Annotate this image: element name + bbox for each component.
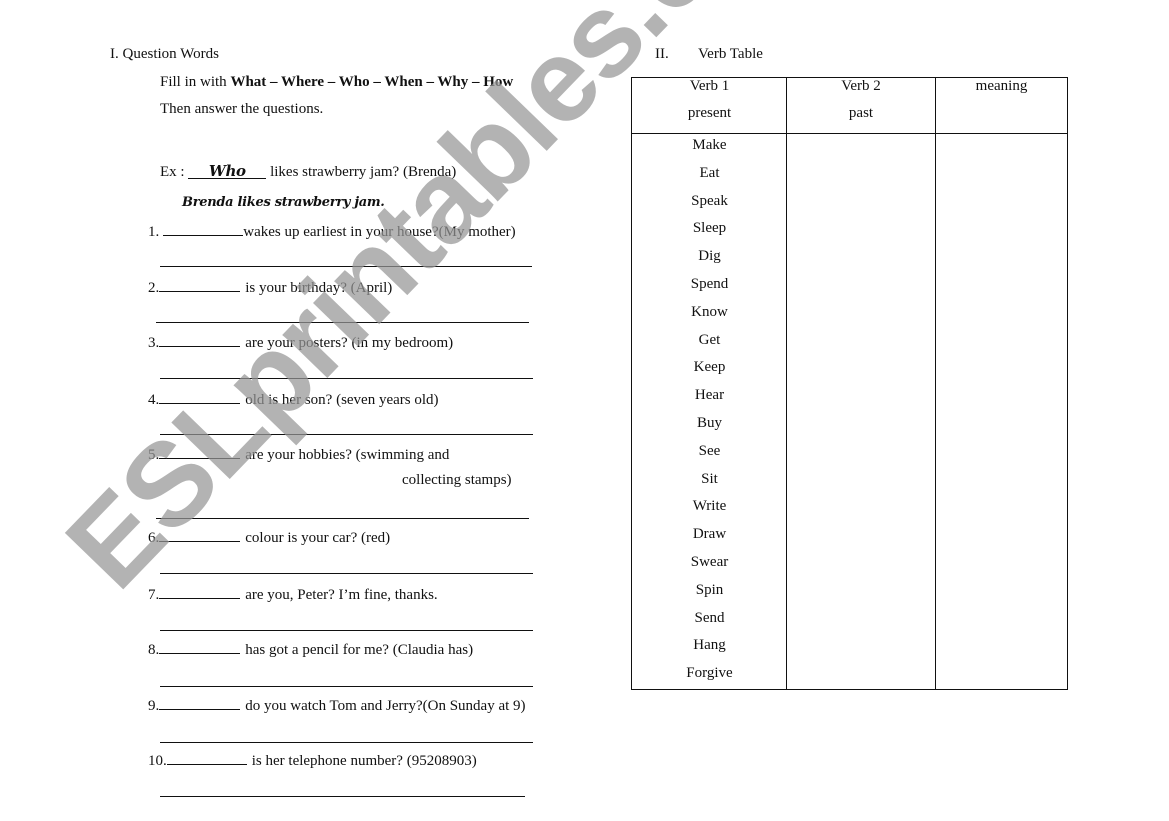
verb-cell: Buy [696,414,722,431]
question-item: 1. wakes up earliest in your house?(My mo… [148,221,516,241]
question-number: 10. [148,753,167,769]
verb-cell: Speak [691,192,728,209]
answer-word-blank[interactable] [159,639,241,654]
verb-cell: Dig [698,248,721,265]
question-text: wakes up earliest in your house?(My moth… [243,224,516,240]
instruction-line: Fill in with What – Where – Who – When –… [160,74,513,91]
verb1-column: Make Eat Speak Sleep Dig Spend Know Get Keep Hear… [632,132,787,688]
question-text-continued: collecting stamps) [402,472,512,488]
verb-cell: Spend [690,275,729,292]
answer-line[interactable] [160,378,533,379]
question-text: is her telephone number? (95208903) [251,753,477,769]
question-item: 5. are your hobbies? (swimming and [148,444,449,464]
question-number: 3. [148,335,160,351]
header-verb2-line2: past [848,105,874,121]
answer-word-blank[interactable] [166,750,247,765]
verb-cell: Know [691,303,728,320]
answer-line[interactable] [160,686,533,687]
question-number: 5. [148,447,160,463]
answer-word-blank[interactable] [163,221,244,236]
question-item: 2. is your birthday? (April) [148,277,392,297]
example-blank: Who [188,162,267,180]
answer-word-blank[interactable] [159,695,241,710]
answer-line[interactable] [160,573,533,574]
section-2-title: Verb Table [698,46,763,62]
question-number: 9. [148,698,160,714]
question-number: 8. [148,642,160,658]
question-text: colour is your car? (red) [245,530,391,546]
question-item: 8. has got a pencil for me? (Claudia has) [148,639,473,659]
question-text: has got a pencil for me? (Claudia has) [245,642,474,658]
verb-cell: Draw [692,526,727,543]
answer-line[interactable] [156,518,529,519]
question-item: 3. are your posters? (in my bedroom) [148,332,453,352]
verb-cell: Hang [693,637,726,654]
header-meaning: meaning [936,73,1067,100]
verb-cell: Get [698,331,721,348]
verb-cell: Eat [699,164,720,181]
verb-cell: Forgive [686,665,733,682]
header-verb1-line2: present [687,105,732,121]
question-number: 4. [148,392,160,408]
section-1-title: I. Question Words [110,46,219,62]
instruction-prefix: Fill in with [160,74,231,90]
question-text: old is her son? (seven years old) [245,392,439,408]
answer-word-blank[interactable] [159,584,241,599]
verb-cell: Spin [695,581,724,598]
answer-line[interactable] [160,266,532,267]
question-text: are your posters? (in my bedroom) [245,335,454,351]
verb-table: Verb 1 present Verb 2 past meaning Make E… [631,77,1068,690]
section-2-numeral: II. [655,46,669,62]
answer-word-blank[interactable] [159,444,241,459]
verb-cell: Swear [690,553,729,570]
header-verb2: Verb 2 past [787,73,935,127]
question-text: are you, Peter? I’m fine, thanks. [245,587,438,603]
question-number: 1. [148,224,160,240]
question-words-list: What – Where – Who – When – Why – How [230,74,514,90]
verb-cell: Hear [694,387,725,404]
question-item: 10. is her telephone number? (95208903) [148,750,477,770]
answer-line[interactable] [160,742,533,743]
verb-cell: Keep [693,359,726,376]
example-answer-sentence: Brenda likes strawberry jam. [182,195,385,210]
question-number: 6. [148,530,160,546]
question-item: 4. old is her son? (seven years old) [148,389,439,409]
header-meaning-line1: meaning [975,78,1028,94]
column-divider [935,78,936,689]
answer-line[interactable] [160,796,525,797]
answer-word-blank[interactable] [159,389,241,404]
answer-word-blank[interactable] [159,332,241,347]
question-number: 2. [148,280,160,296]
example-line: Ex : Who likes strawberry jam? (Brenda) [160,162,456,181]
verb-cell: Send [694,609,725,626]
answer-word-blank[interactable] [159,527,241,542]
header-verb1-line1: Verb 1 [689,78,730,94]
answer-line[interactable] [156,322,529,323]
verb-cell: Sit [701,470,718,487]
example-answer-word: Who [208,162,246,180]
question-text: do you watch Tom and Jerry?(On Sunday at… [245,698,526,714]
answer-line[interactable] [160,630,533,631]
question-number: 7. [148,587,160,603]
instruction-2: Then answer the questions. [160,101,324,117]
header-verb1: Verb 1 present [632,73,787,127]
question-item: 9. do you watch Tom and Jerry?(On Sunday … [148,695,526,715]
answer-word-blank[interactable] [159,277,241,292]
example-prefix: Ex : [160,164,185,180]
answer-line[interactable] [160,434,533,435]
verb-cell: See [698,442,721,459]
question-item: 7. are you, Peter? I’m fine, thanks. [148,584,438,604]
verb-cell: Sleep [692,220,727,237]
example-question: likes strawberry jam? (Brenda) [270,164,457,180]
question-text: is your birthday? (April) [245,280,393,296]
header-verb2-line1: Verb 2 [841,78,881,94]
question-text: are your hobbies? (swimming and [245,447,450,463]
verb-cell: Write [692,498,727,515]
question-item: 6. colour is your car? (red) [148,527,390,547]
verb-cell: Make [692,137,727,153]
